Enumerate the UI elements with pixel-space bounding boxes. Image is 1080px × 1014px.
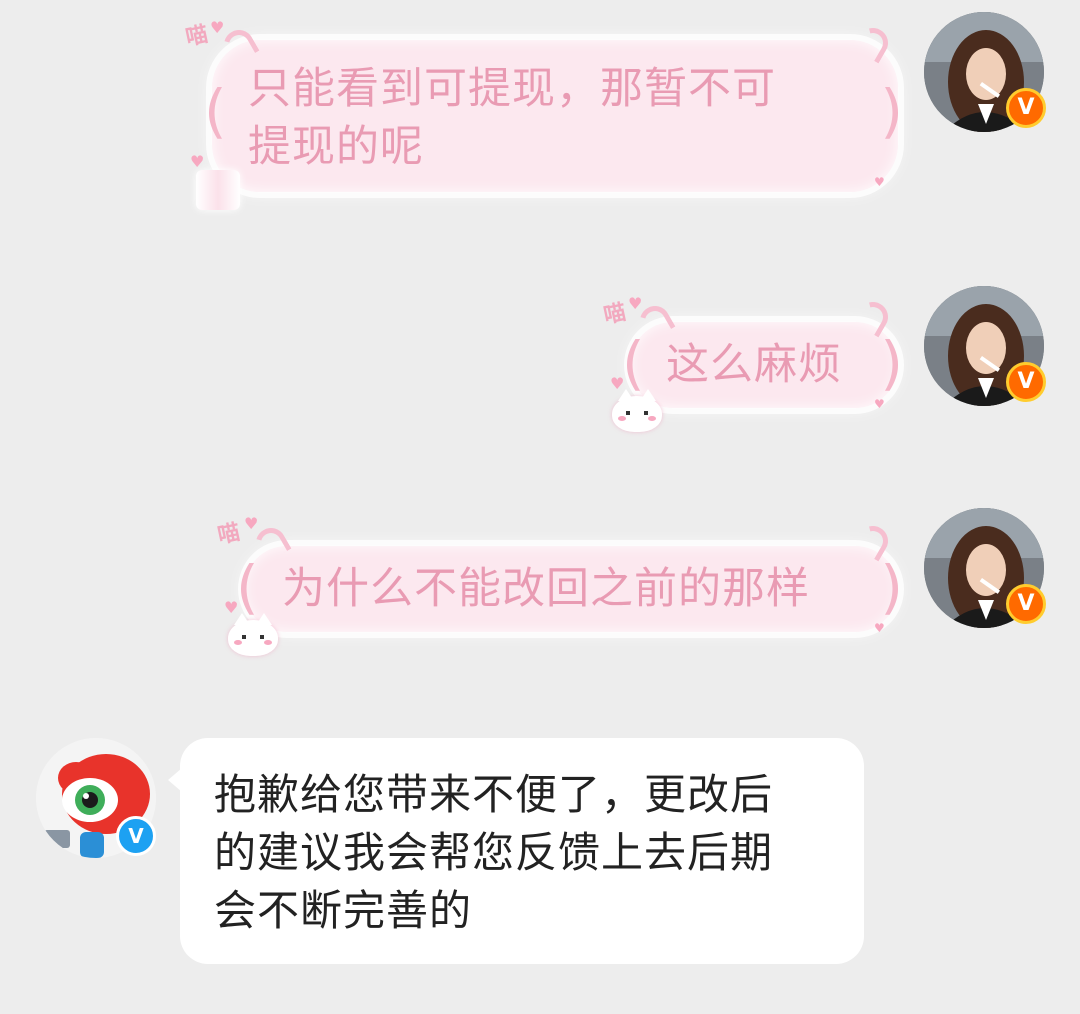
message-bubble-user-2[interactable]: ( ) 这么麻烦 [622,322,903,408]
message-text: 抱歉给您带来不便了，更改后 的建议我会帮您反馈上去后期 会不断完善的 [214,770,774,935]
message-bubble-user-3[interactable]: ( ) 为什么不能改回之前的那样 [236,546,903,632]
bubble-left-paren-decoration: ( [204,77,228,145]
message-bubble-user-1[interactable]: ( ) 只能看到可提现，那暂不可 提现的呢 [204,40,903,192]
heart-icon: ♥ [190,152,205,171]
meow-decoration: 喵 [215,519,243,550]
cat-cheek [648,416,656,421]
blue-verified-v-icon: V [116,816,156,856]
orange-verified-v-icon: V [1006,584,1046,624]
heart-icon: ♥ [874,175,885,189]
meow-decoration: 喵 [601,299,629,330]
cup-sticker-decoration [196,170,240,210]
orange-verified-v-icon: V [1006,362,1046,402]
bubble-right-paren-decoration: ) [880,553,904,621]
support-avatar[interactable]: V [36,738,156,858]
message-text: 为什么不能改回之前的那样 [282,564,810,614]
user-avatar[interactable]: V [924,508,1046,628]
message-text: 这么麻烦 [666,340,842,390]
chat-thread: ( ) 只能看到可提现，那暂不可 提现的呢 喵 ♥ ♥ ♥ V ( ) 这么麻烦… [0,0,1080,1014]
cat-eyes [626,411,648,415]
heart-icon: ♥ [874,621,885,635]
cat-face-sticker-decoration [228,613,278,656]
heart-icon: ♥ [874,397,885,411]
cat-face-sticker-decoration [612,389,662,432]
user-avatar[interactable]: V [924,12,1046,132]
message-bubble-support[interactable]: 抱歉给您带来不便了，更改后 的建议我会帮您反馈上去后期 会不断完善的 [168,738,864,964]
heart-icon: ♥ [628,294,643,313]
orange-verified-v-icon: V [1006,88,1046,128]
cat-eyes [242,635,264,639]
cat-cheek [234,640,242,645]
message-text: 只能看到可提现，那暂不可 提现的呢 [248,64,776,172]
bubble-left-paren-decoration: ( [622,329,646,397]
heart-icon: ♥ [210,18,225,37]
user-avatar[interactable]: V [924,286,1046,406]
cat-cheek [264,640,272,645]
bubble-left-paren-decoration: ( [236,553,260,621]
meow-decoration: 喵 [183,21,211,52]
cat-cheek [618,416,626,421]
bubble-right-paren-decoration: ) [880,77,904,145]
heart-icon: ♥ [244,514,259,533]
